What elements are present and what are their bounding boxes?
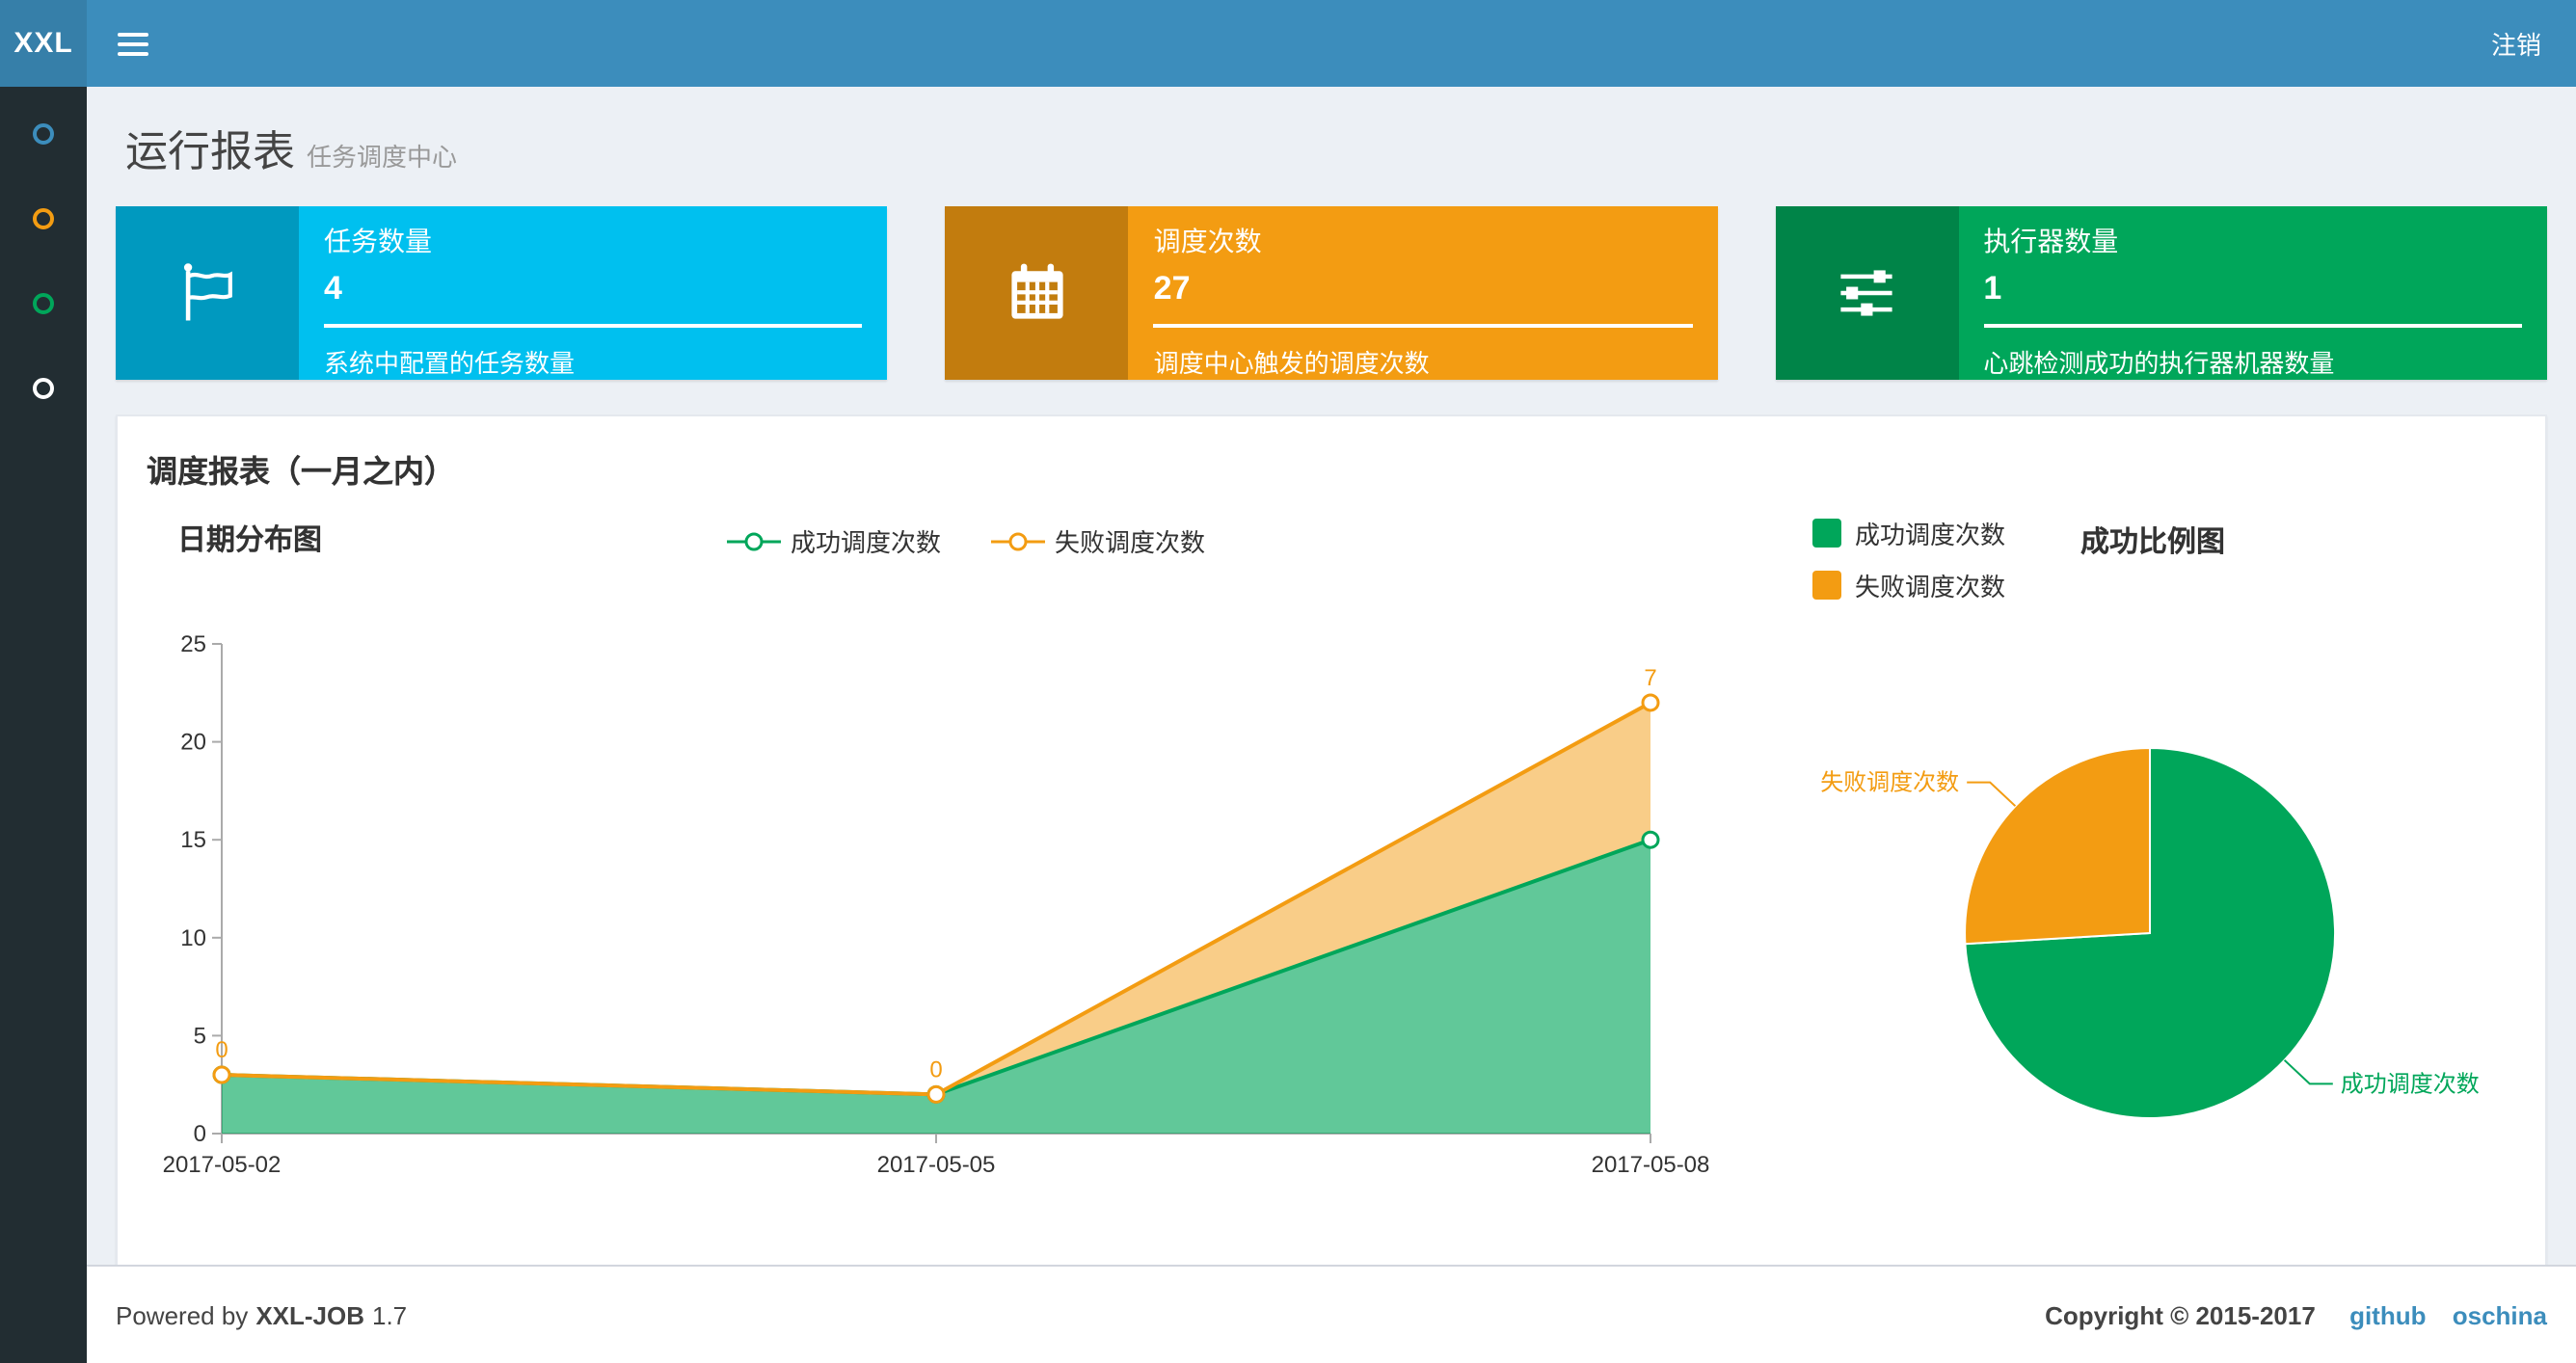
svg-text:0: 0 xyxy=(194,1121,206,1147)
info-box-title: 执行器数量 xyxy=(1983,226,2119,256)
hamburger-icon xyxy=(118,32,148,55)
svg-text:成功调度次数: 成功调度次数 xyxy=(2341,1071,2480,1097)
info-box-executor-count: 执行器数量 1 心跳检测成功的执行器机器数量 xyxy=(1775,206,2547,380)
pie-chart-section: 成功调度次数 失败调度次数 成功比例图 成功调度次数 失败调度次数 xyxy=(1785,515,2520,1257)
info-box-task-count: 任务数量 4 系统中配置的任务数量 xyxy=(116,206,888,380)
sidebar-item-4[interactable] xyxy=(24,376,63,399)
panel-title: 调度报表（一月之内） xyxy=(147,457,456,490)
report-panel: 调度报表（一月之内） 日期分布图 成功调度次数 失败调度次数 0 5 10 15… xyxy=(116,414,2547,1265)
legend-label: 失败调度次数 xyxy=(1855,573,2006,601)
app-logo[interactable]: XXL xyxy=(0,0,87,87)
line-marker-icon xyxy=(991,529,1045,552)
sidebar-item-3[interactable] xyxy=(24,291,63,314)
legend-item-fail[interactable]: 失败调度次数 xyxy=(1812,567,2005,603)
line-chart: 0 5 10 15 20 25 2017-05-02 2017-05-05 2017-05-08… xyxy=(147,573,1785,1209)
swatch-icon xyxy=(1812,571,1841,600)
page-title: 运行报表 任务调度中心 xyxy=(125,127,458,175)
svg-text:20: 20 xyxy=(180,730,206,756)
pie-chart: 成功调度次数 失败调度次数 xyxy=(1785,621,2520,1257)
svg-text:2017-05-02: 2017-05-02 xyxy=(163,1152,282,1178)
pie-chart-legend: 成功调度次数 失败调度次数 xyxy=(1812,515,2005,603)
info-box-description: 系统中配置的任务数量 xyxy=(324,349,576,378)
legend-label: 成功调度次数 xyxy=(790,528,941,557)
progress-bar xyxy=(324,324,863,328)
legend-item-success[interactable]: 成功调度次数 xyxy=(1812,515,2005,551)
powered-by: Powered by XXL-JOB 1.7 xyxy=(116,1300,407,1329)
top-navbar: XXL 注销 xyxy=(0,0,2576,87)
line-marker-icon xyxy=(726,529,781,552)
info-box-number: 4 xyxy=(324,270,342,307)
info-box-title: 调度次数 xyxy=(1153,226,1262,256)
app-logo-text: XXL xyxy=(13,27,73,60)
info-box-description: 调度中心触发的调度次数 xyxy=(1153,349,1430,378)
svg-text:2017-05-08: 2017-05-08 xyxy=(1592,1152,1710,1178)
product-name: XXL-JOB xyxy=(255,1300,364,1329)
progress-bar xyxy=(1153,324,1693,328)
sidebar-toggle-button[interactable] xyxy=(87,0,179,87)
info-box-content: 调度次数 27 调度中心触发的调度次数 xyxy=(1129,206,1718,380)
line-chart-title: 日期分布图 xyxy=(177,524,323,557)
sidebar-item-1[interactable] xyxy=(24,121,63,145)
sidebar xyxy=(0,87,87,1363)
svg-text:0: 0 xyxy=(929,1056,942,1082)
legend-item-fail[interactable]: 失败调度次数 xyxy=(991,522,1205,559)
legend-label: 成功调度次数 xyxy=(1855,521,2006,549)
info-box-content: 执行器数量 1 心跳检测成功的执行器机器数量 xyxy=(1958,206,2547,380)
footer: Powered by XXL-JOB 1.7 Copyright © 2015-20… xyxy=(87,1265,2576,1363)
circle-icon xyxy=(33,207,54,228)
info-box-trigger-count: 调度次数 27 调度中心触发的调度次数 xyxy=(945,206,1718,380)
sidebar-item-2[interactable] xyxy=(24,206,63,229)
svg-text:5: 5 xyxy=(194,1023,206,1049)
svg-text:15: 15 xyxy=(180,827,206,853)
main-area: 运行报表 任务调度中心 任务数量 4 系统中配置的任务数量 调度次数 27 调度… xyxy=(87,87,2576,1363)
info-box-description: 心跳检测成功的执行器机器数量 xyxy=(1983,349,2335,378)
line-chart-section: 日期分布图 成功调度次数 失败调度次数 0 5 10 15 20 25 2017… xyxy=(147,515,1785,1257)
progress-bar xyxy=(1983,324,2522,328)
charts-row: 日期分布图 成功调度次数 失败调度次数 0 5 10 15 20 25 2017… xyxy=(147,515,2516,1257)
logout-link[interactable]: 注销 xyxy=(2456,0,2576,87)
calendar-icon xyxy=(945,206,1129,380)
info-box-title: 任务数量 xyxy=(324,226,432,256)
info-box-content: 任务数量 4 系统中配置的任务数量 xyxy=(299,206,888,380)
svg-text:失败调度次数: 失败调度次数 xyxy=(1820,770,1959,796)
swatch-icon xyxy=(1812,519,1841,548)
svg-text:10: 10 xyxy=(180,925,206,951)
copyright-area: Copyright © 2015-2017 github oschina xyxy=(2037,1300,2547,1329)
line-chart-header: 日期分布图 成功调度次数 失败调度次数 xyxy=(147,515,1785,573)
legend-item-success[interactable]: 成功调度次数 xyxy=(726,522,941,559)
page-subtitle: 任务调度中心 xyxy=(307,143,458,172)
powered-by-prefix: Powered by xyxy=(116,1300,249,1329)
info-box-number: 27 xyxy=(1153,270,1191,307)
product-version: 1.7 xyxy=(372,1300,408,1329)
svg-text:25: 25 xyxy=(180,631,206,657)
legend-label: 失败调度次数 xyxy=(1055,528,1206,557)
sliders-icon xyxy=(1775,206,1959,380)
app-root: XXL 注销 运行报表 任务调度中心 任务数量 4 系统中配置的任务数量 调度次… xyxy=(0,0,2576,1363)
github-link[interactable]: github xyxy=(2349,1300,2426,1329)
flag-icon xyxy=(116,206,299,380)
line-chart-legend: 成功调度次数 失败调度次数 xyxy=(147,515,1785,559)
pie-chart-canvas: 成功调度次数 失败调度次数 xyxy=(1820,746,2480,1119)
line-chart-canvas: 05101520252017-05-02 2017-05-05 2017-05-08… xyxy=(163,631,1710,1178)
info-box-row: 任务数量 4 系统中配置的任务数量 调度次数 27 调度中心触发的调度次数 执行… xyxy=(116,206,2547,380)
circle-icon xyxy=(33,122,54,144)
circle-icon xyxy=(33,292,54,313)
content: 运行报表 任务调度中心 任务数量 4 系统中配置的任务数量 调度次数 27 调度… xyxy=(87,87,2576,1265)
info-box-number: 1 xyxy=(1983,270,2002,307)
svg-text:2017-05-05: 2017-05-05 xyxy=(877,1152,996,1178)
oschina-link[interactable]: oschina xyxy=(2453,1300,2547,1329)
pie-chart-header: 成功调度次数 失败调度次数 成功比例图 xyxy=(1785,515,2520,621)
page-header: 运行报表 任务调度中心 xyxy=(125,118,2547,179)
svg-text:7: 7 xyxy=(1644,665,1656,691)
copyright-text: Copyright © 2015-2017 xyxy=(2045,1300,2316,1329)
svg-text:0: 0 xyxy=(215,1037,228,1063)
circle-icon xyxy=(33,377,54,398)
